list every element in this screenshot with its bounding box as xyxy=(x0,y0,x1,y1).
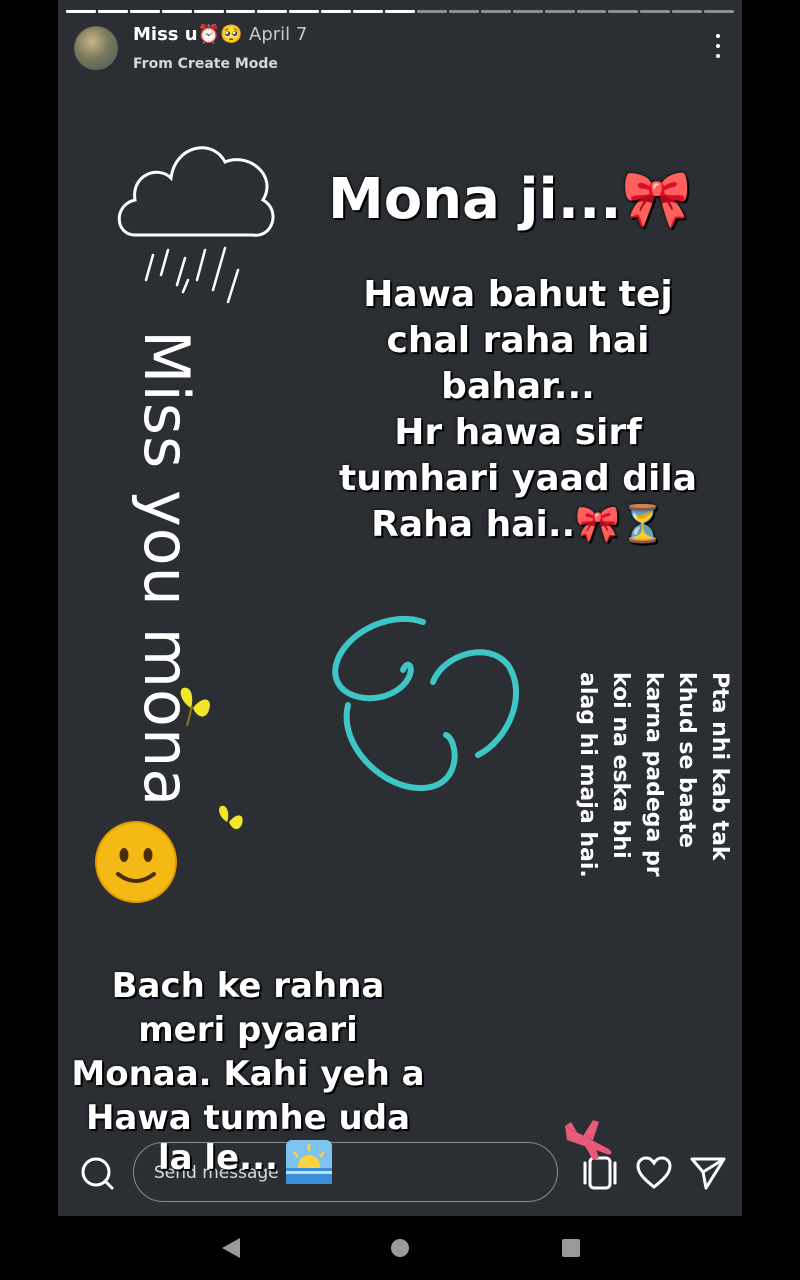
home-icon[interactable] xyxy=(390,1238,410,1258)
main-message: Hawa bahut tej chal raha hai bahar... Hr… xyxy=(313,272,723,548)
main-message-line: bahar... xyxy=(441,366,595,407)
more-options-icon[interactable] xyxy=(714,34,722,58)
send-icon[interactable] xyxy=(690,1156,726,1190)
story-progress-segment xyxy=(129,10,160,13)
vertical-right-line: Pta nhi kab tak xyxy=(707,672,732,861)
story-progress-segment xyxy=(512,10,543,13)
avatar[interactable] xyxy=(74,26,118,70)
vertical-right-line: alag hi maja hai. xyxy=(575,672,600,878)
airplane-icon xyxy=(565,1120,612,1160)
main-message-line: Hawa bahut tej xyxy=(363,274,673,315)
heart-icon[interactable] xyxy=(636,1156,672,1190)
post-date: April 7 xyxy=(249,24,308,45)
bottom-message-line: Bach ke rahna xyxy=(111,966,385,1006)
bottom-message: Bach ke rahna meri pyaari Monaa. Kahi ye… xyxy=(58,964,438,1140)
username[interactable]: Miss u⏰🥺 xyxy=(133,24,242,45)
story-progress-segment xyxy=(385,10,415,13)
bottom-message-line: Monaa. Kahi yeh a xyxy=(71,1054,425,1094)
story-progress-segment xyxy=(257,10,288,13)
sunrise-icon xyxy=(286,1140,332,1184)
back-icon[interactable] xyxy=(220,1236,242,1260)
vertical-right-line: khud se baate xyxy=(674,672,699,848)
story-progress-segment xyxy=(353,10,384,13)
main-message-line: chal raha hai xyxy=(386,320,650,361)
vertical-right-line: karna padega pr xyxy=(641,672,666,877)
butterfly-icon xyxy=(219,805,243,830)
story-progress-segment xyxy=(289,10,320,13)
main-message-line: tumhari yaad dila xyxy=(339,458,697,499)
story-progress-segment xyxy=(576,10,607,13)
system-nav-bar xyxy=(0,1216,800,1280)
story-subtitle: From Create Mode xyxy=(133,56,278,72)
story-progress-segment xyxy=(608,10,639,13)
bottom-message-line: meri pyaari xyxy=(138,1010,358,1050)
story-progress-bar xyxy=(66,10,735,13)
vertical-text-right: Pta nhi kab tak khud se baate karna pade… xyxy=(571,672,736,878)
bottom-message-line: Hawa tumhe uda xyxy=(85,1098,411,1138)
wind-swirl-icon xyxy=(332,615,520,792)
story-title: Mona ji...🎀 xyxy=(328,167,692,232)
main-message-line: Raha hai..🎀⏳ xyxy=(371,504,665,545)
story-progress-segment xyxy=(480,10,511,13)
story-progress-segment xyxy=(704,10,735,13)
story-progress-segment xyxy=(544,10,575,13)
story-progress-segment xyxy=(448,10,479,13)
story-progress-segment xyxy=(416,10,447,13)
recents-icon[interactable] xyxy=(561,1238,581,1258)
slightly-smiling-face-icon xyxy=(95,821,177,903)
rain-cloud-icon xyxy=(117,146,275,304)
overlay-message-text: la le... xyxy=(158,1138,278,1178)
vertical-text-left: Miss you mona xyxy=(130,330,203,808)
vertical-right-line: koi na eska bhi xyxy=(608,672,633,859)
story-progress-segment xyxy=(672,10,703,13)
story-progress-segment xyxy=(225,10,256,13)
butterfly-icon xyxy=(180,687,210,727)
story-viewer[interactable]: Miss u⏰🥺 April 7 From Create Mode Mona j… xyxy=(58,0,742,1216)
main-message-line: Hr hawa sirf xyxy=(394,412,642,453)
story-progress-segment xyxy=(640,10,671,13)
story-progress-segment xyxy=(97,10,128,13)
story-progress-segment xyxy=(161,10,192,13)
story-progress-segment xyxy=(66,10,96,13)
story-progress-segment xyxy=(321,10,352,13)
search-icon[interactable] xyxy=(80,1156,114,1190)
story-progress-segment xyxy=(193,10,224,13)
